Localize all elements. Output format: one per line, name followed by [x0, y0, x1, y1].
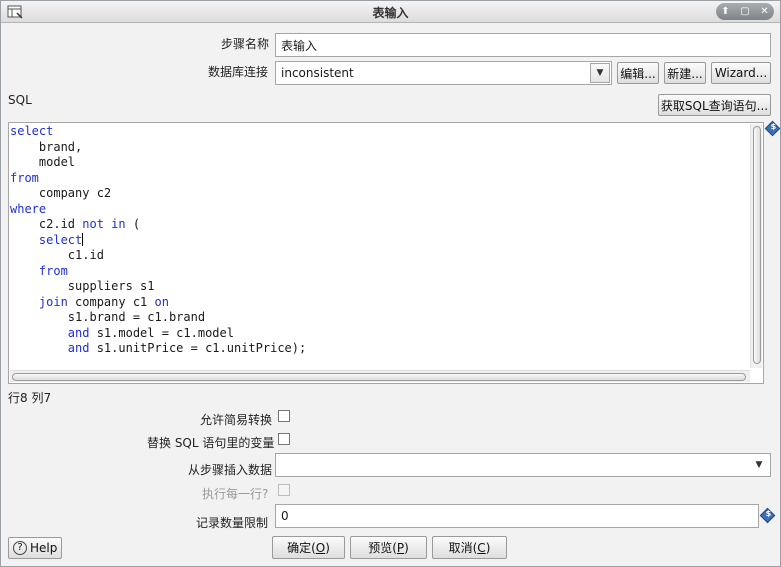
vertical-scroll-thumb[interactable] [753, 126, 761, 364]
code-line: from [10, 264, 306, 280]
code-line: from [10, 171, 306, 187]
cancel-shortcut: C [477, 540, 486, 555]
vertical-scrollbar[interactable] [750, 124, 762, 368]
window-controls: ⬆ ▢ ✕ [716, 3, 774, 20]
sql-keyword: where [10, 201, 47, 216]
ok-label: 确定( [287, 541, 316, 555]
preview-paren: ) [404, 540, 409, 555]
cancel-label: 取消( [448, 541, 478, 555]
sql-keyword: on [154, 294, 169, 309]
code-line: join company c1 on [10, 295, 306, 311]
minimize-icon[interactable]: ⬆ [721, 6, 729, 17]
help-icon: ? [13, 541, 27, 555]
lazy-conversion-label: 允许简易转换 [200, 413, 273, 427]
sql-label: SQL [8, 93, 32, 107]
code-line: suppliers s1 [10, 279, 306, 295]
execute-each-row-checkbox[interactable] [278, 484, 290, 496]
sql-text: brand, [10, 139, 83, 154]
wizard-button[interactable]: Wizard... [711, 62, 771, 84]
code-line: select [10, 124, 306, 140]
insert-from-step-dropdown-icon[interactable]: ▼ [749, 455, 769, 475]
sql-text: c2.id [10, 217, 83, 231]
db-connection-label: 数据库连接 [208, 65, 269, 79]
sql-text: s1.model = c1.model [89, 325, 234, 340]
code-line: brand, [10, 140, 306, 156]
table-input-dialog: 表输入 ⬆ ▢ ✕ 步骤名称 表输入 数据库连接 inconsistent ▼ … [0, 0, 781, 567]
help-label: Help [30, 541, 58, 555]
execute-each-row-label: 执行每一行? [202, 487, 269, 501]
text-caret [82, 232, 84, 246]
cancel-button[interactable]: 取消(C) [432, 536, 507, 559]
sql-keyword: from [10, 170, 39, 185]
window-title: 表输入 [372, 6, 409, 20]
sql-text: company c1 [67, 294, 155, 309]
preview-button[interactable]: 预览(P) [350, 536, 427, 559]
replace-variables-label: 替换 SQL 语句里的变量 [147, 436, 275, 450]
sql-keyword: and [67, 341, 90, 355]
code-line: and s1.unitPrice = c1.unitPrice); [10, 341, 306, 357]
sql-text: s1.unitPrice = c1.unitPrice); [89, 341, 307, 355]
ok-button[interactable]: 确定(O) [272, 536, 345, 559]
sql-keyword: from [38, 263, 68, 278]
help-button[interactable]: ? Help [8, 537, 62, 559]
horizontal-scroll-thumb[interactable] [12, 373, 746, 381]
db-connection-dropdown-icon[interactable]: ▼ [590, 63, 610, 83]
code-line: c1.id [10, 248, 306, 264]
preview-shortcut: P [396, 540, 405, 555]
limit-variable-icon: $ [759, 507, 776, 524]
code-line: s1.brand = c1.brand [10, 310, 306, 326]
db-connection-select[interactable]: inconsistent [275, 61, 612, 85]
code-line: model [10, 155, 306, 171]
get-sql-button[interactable]: 获取SQL查询语句... [658, 94, 771, 116]
code-line: and s1.model = c1.model [10, 326, 306, 342]
sql-code[interactable]: select brand, model from company c2 where … [10, 124, 306, 357]
sql-keyword: select [10, 124, 54, 138]
code-line: select [10, 232, 306, 249]
sql-keyword: and [67, 325, 90, 340]
step-name-input[interactable]: 表输入 [275, 33, 771, 57]
code-line: company c2 [10, 186, 306, 202]
cursor-position: 行8 列7 [8, 391, 52, 405]
insert-from-step-label: 从步骤插入数据 [188, 463, 273, 477]
code-line: where [10, 202, 306, 218]
code-line: c2.id not in ( [10, 217, 306, 233]
sql-text: ( [125, 217, 141, 231]
preview-label: 预览( [368, 541, 397, 555]
sql-editor[interactable]: select brand, model from company c2 where … [8, 122, 764, 384]
ok-shortcut: O [315, 540, 326, 555]
step-name-label: 步骤名称 [221, 37, 270, 51]
sql-text: s1.brand = c1.brand [10, 310, 206, 324]
new-connection-button[interactable]: 新建... [664, 62, 706, 84]
horizontal-scrollbar[interactable] [10, 370, 750, 382]
sql-variable-icon: $ [764, 120, 781, 137]
close-icon[interactable]: ✕ [760, 6, 768, 17]
cancel-paren: ) [485, 540, 491, 555]
title-bar[interactable]: 表输入 ⬆ ▢ ✕ [1, 1, 780, 23]
sql-text: company c2 [10, 186, 112, 200]
sql-text: suppliers s1 [10, 279, 155, 293]
replace-variables-checkbox[interactable] [278, 433, 290, 445]
ok-paren: ) [325, 540, 330, 555]
maximize-icon[interactable]: ▢ [740, 6, 749, 17]
limit-label: 记录数量限制 [196, 516, 269, 530]
sql-text: model [10, 155, 76, 169]
sql-keyword: not in [82, 217, 126, 231]
sql-keyword: join [38, 294, 68, 309]
insert-from-step-select[interactable] [275, 453, 771, 477]
edit-connection-button[interactable]: 编辑... [617, 62, 659, 84]
sql-text: c1.id [10, 248, 104, 262]
sql-keyword: select [38, 232, 83, 247]
limit-input[interactable]: 0 [275, 504, 759, 528]
lazy-conversion-checkbox[interactable] [278, 410, 290, 422]
